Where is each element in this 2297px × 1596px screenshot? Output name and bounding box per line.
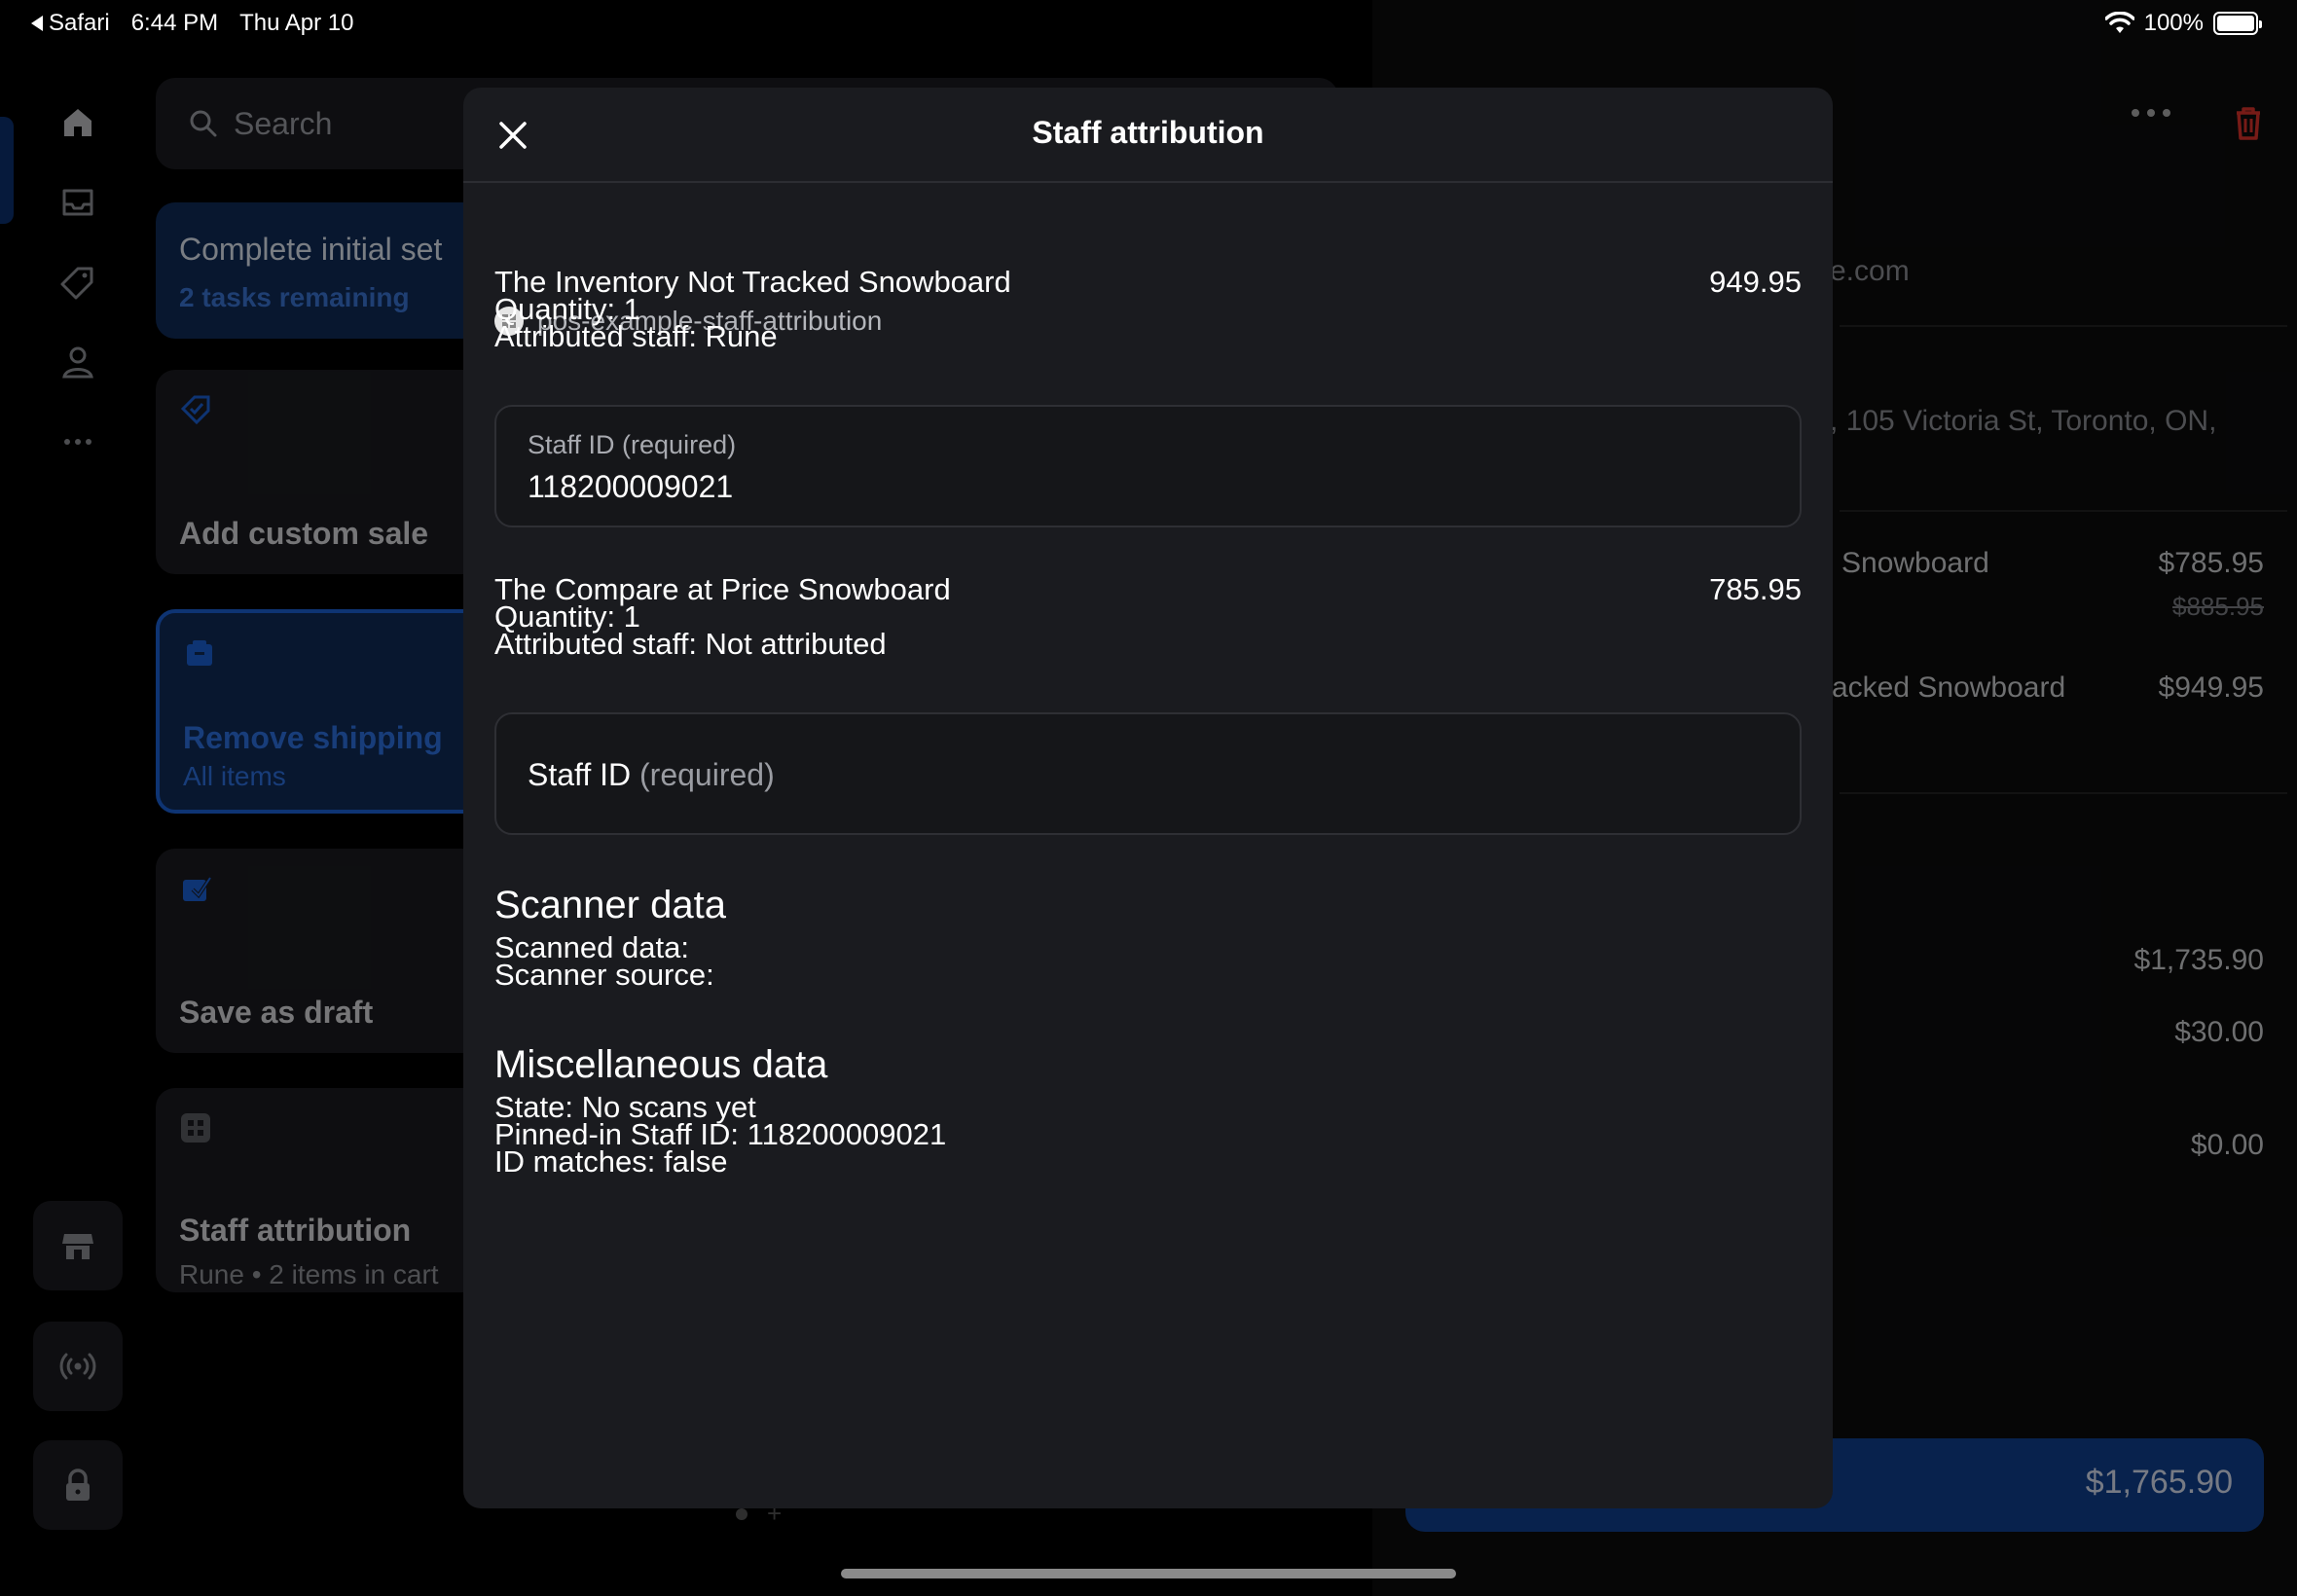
line-item-staff: Attributed staff: Not attributed xyxy=(494,627,887,661)
staff-id-placeholder-label: Staff ID xyxy=(528,757,632,792)
battery-percent: 100% xyxy=(2143,10,2204,36)
line-item-staff: Attributed staff: Rune xyxy=(494,319,778,353)
status-date: Thu Apr 10 xyxy=(239,10,354,36)
back-app-label: Safari xyxy=(49,10,110,36)
wifi-icon xyxy=(2104,12,2134,33)
battery-icon xyxy=(2213,12,2262,35)
misc-heading: Miscellaneous data xyxy=(494,1043,828,1086)
home-indicator[interactable] xyxy=(841,1569,1456,1578)
staff-id-field-value: 118200009021 xyxy=(528,469,734,504)
status-time: 6:44 PM xyxy=(130,10,219,36)
staff-id-field-empty[interactable]: Staff ID (required) xyxy=(494,712,1802,835)
staff-attribution-modal: Staff attribution pos-example-staff-attr… xyxy=(463,88,1833,1508)
back-to-app-link[interactable]: Safari xyxy=(31,10,110,37)
misc-id-matches: ID matches: false xyxy=(494,1144,728,1179)
staff-id-placeholder: Staff ID (required) xyxy=(528,757,775,793)
back-triangle-icon xyxy=(31,16,43,31)
scanner-source-label: Scanner source: xyxy=(494,958,714,992)
staff-id-field[interactable]: Staff ID (required) 118200009021 xyxy=(494,405,1802,527)
line-item-price: 949.95 xyxy=(1709,265,1802,299)
staff-id-field-label: Staff ID (required) xyxy=(528,430,737,459)
line-item-price: 785.95 xyxy=(1709,572,1802,606)
status-bar: Safari 6:44 PM Thu Apr 10 100% xyxy=(0,0,2297,47)
scanner-heading: Scanner data xyxy=(494,884,726,926)
line-items: The Inventory Not Tracked Snowboard 949.… xyxy=(494,88,1802,1508)
staff-id-placeholder-required: (required) xyxy=(639,757,775,792)
